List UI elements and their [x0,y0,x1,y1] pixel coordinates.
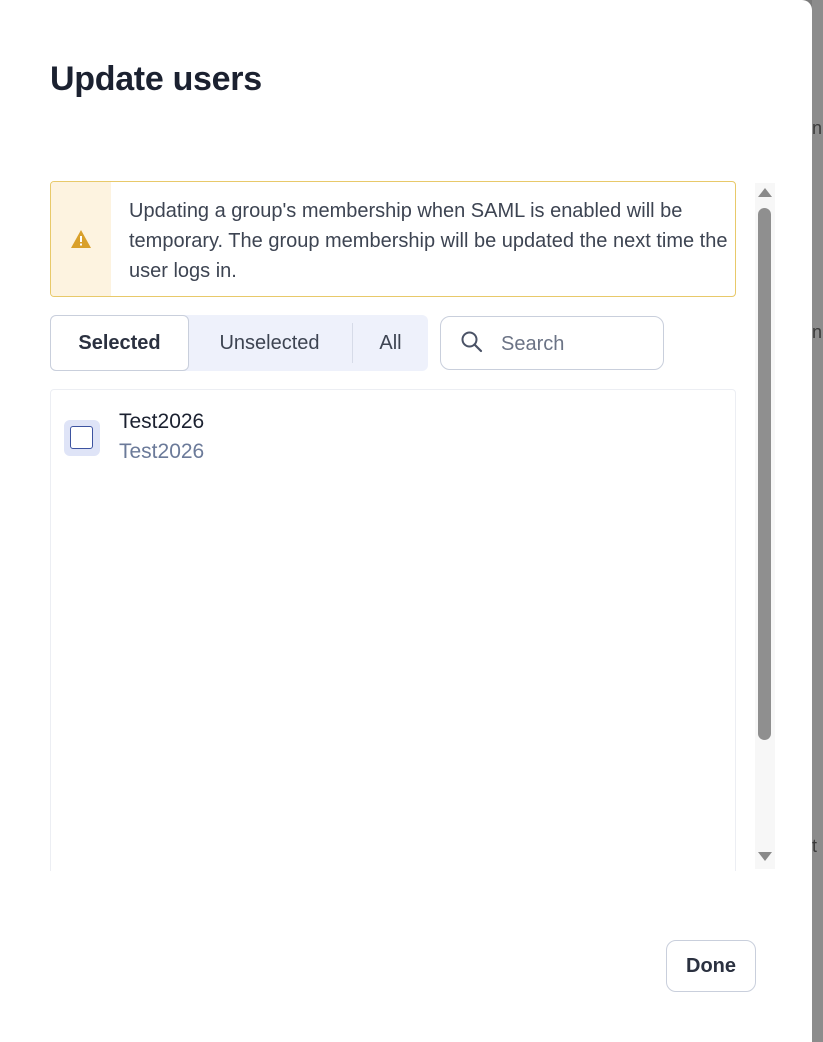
done-button[interactable]: Done [666,940,756,992]
dialog-scroll-area: Updating a group's membership when SAML … [50,181,736,871]
filter-tabs: Selected Unselected All [50,315,428,371]
scrollbar[interactable] [755,183,775,869]
user-name: Test2026 [119,410,205,433]
backdrop: n n t [812,0,823,1042]
alert-message: Updating a group's membership when SAML … [129,200,728,282]
backdrop-text-fragment: t [812,836,818,856]
alert-icon-cell [51,182,111,296]
backdrop-text-fragment: n [812,322,823,342]
warning-icon [71,230,91,248]
tab-unselected[interactable]: Unselected [187,315,352,371]
backdrop-text-fragment: n [812,118,823,138]
user-checkbox-focus-ring [64,420,100,456]
user-checkbox[interactable] [70,426,93,449]
list-item[interactable]: Test2026 Test2026 [51,390,735,486]
search-input[interactable] [499,327,653,361]
scroll-down-arrow-icon[interactable] [758,852,772,861]
search-box [440,316,664,370]
scrollbar-thumb[interactable] [758,208,771,740]
scroll-up-arrow-icon[interactable] [758,188,772,197]
dialog-title: Update users [50,60,262,98]
tab-selected[interactable]: Selected [50,315,189,371]
search-icon [461,331,483,353]
user-subtitle: Test2026 [119,440,205,463]
update-users-dialog: Update users Updating a group's membersh… [0,0,812,1042]
saml-warning-alert: Updating a group's membership when SAML … [50,181,736,297]
tab-all[interactable]: All [353,315,428,371]
users-list: Test2026 Test2026 [50,389,736,871]
